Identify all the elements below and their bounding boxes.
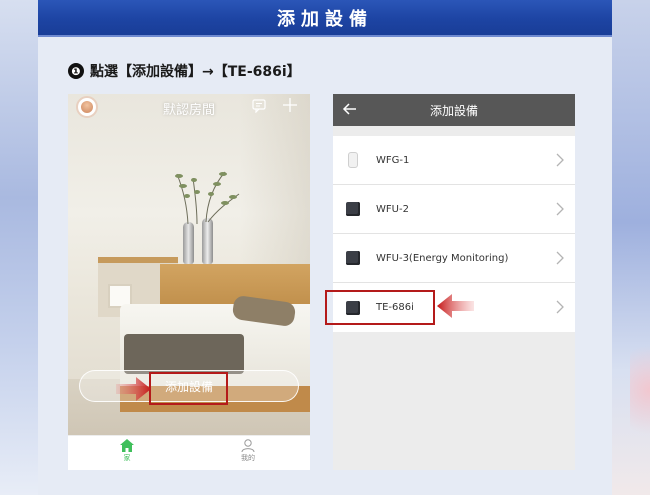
chevron-right-icon [556,300,564,314]
step-text: 點選【添加設備】→【TE-686i】 [90,64,301,80]
arrow-right-icon [116,377,151,401]
device-name: WFU-3(Energy Monitoring) [376,252,509,264]
dark-plug-icon [346,202,360,216]
page-header: 添加設備 [38,0,612,37]
device-row-wfu-3[interactable]: WFU-3(Energy Monitoring) [333,234,575,283]
device-name: WFG-1 [376,154,410,166]
highlight-box [149,372,228,405]
device-name: WFU-2 [376,203,409,215]
add-device-top-bar: 添加設備 [333,94,575,126]
chevron-right-icon [556,251,564,265]
bottom-tab-bar: 家 我的 [68,435,310,470]
device-row-wfg-1[interactable]: WFG-1 [333,136,575,185]
instruction-panel: 添加設備 ❶ 點選【添加設備】→【TE-686i】 默認房間 添加設備 家 我的… [38,0,612,495]
user-icon [241,439,255,452]
room-title[interactable]: 默認房間 [68,99,310,118]
home-icon [120,439,134,452]
white-plug-icon [348,152,358,168]
tab-me[interactable]: 我的 [218,439,278,463]
arrow-left-icon [437,294,474,318]
tab-me-label: 我的 [241,454,255,462]
dark-plug-icon [346,251,360,265]
add-device-title: 添加設備 [429,104,478,118]
add-icon[interactable] [281,97,299,115]
chevron-right-icon [556,153,564,167]
device-row-wfu-2[interactable]: WFU-2 [333,185,575,234]
tab-home-label: 家 [123,454,131,462]
highlight-box [325,290,435,325]
step-number-icon: ❶ [68,63,84,79]
message-icon[interactable] [252,99,266,113]
add-device-screen: 添加設備 WFG-1 WFU-2 WFU-3(Energy Monitoring… [333,94,575,470]
home-screen: 默認房間 添加設備 家 我的 [68,94,310,470]
chevron-right-icon [556,202,564,216]
step-instruction: ❶ 點選【添加設備】→【TE-686i】 [68,61,301,81]
background-right [612,0,650,495]
tab-home[interactable]: 家 [97,439,157,463]
background-left [0,0,38,495]
page-title: 添加設備 [277,8,373,30]
plant-decor [175,171,240,225]
